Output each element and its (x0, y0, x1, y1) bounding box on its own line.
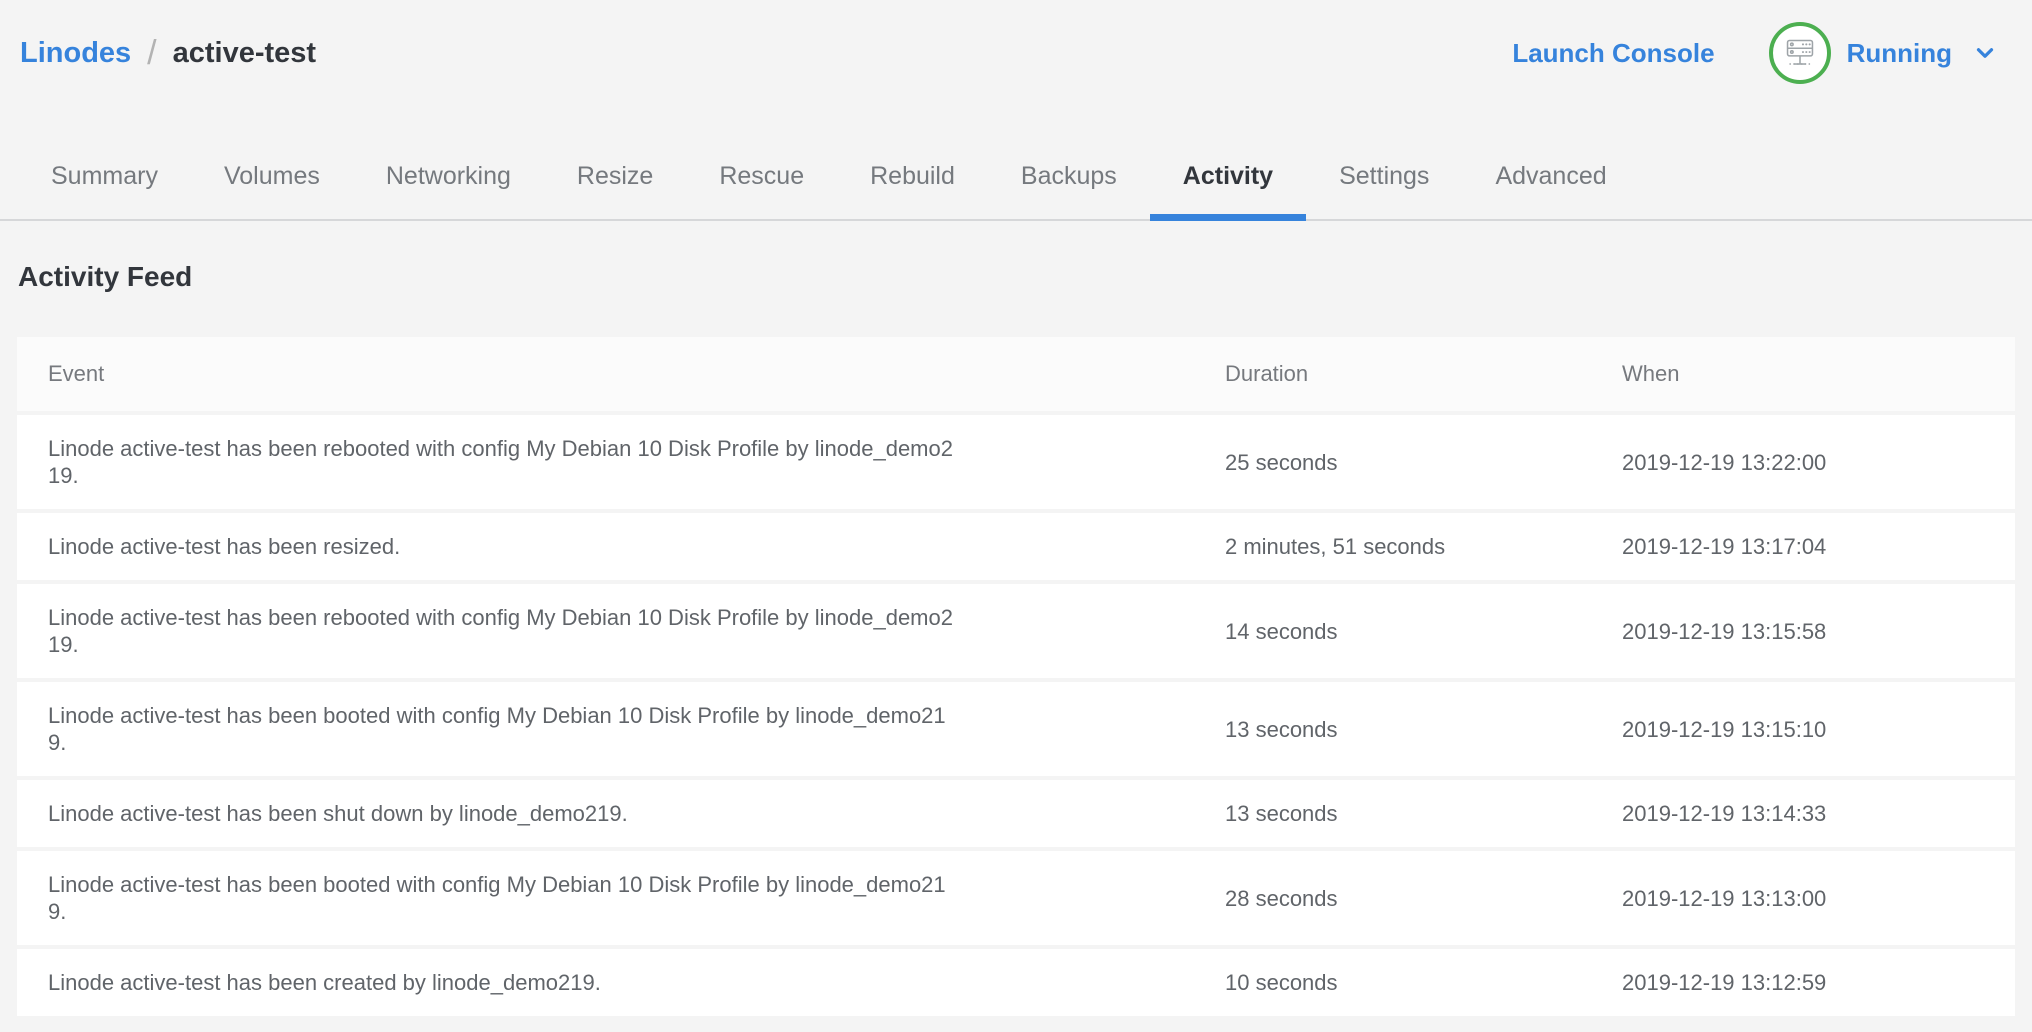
duration-cell: 13 seconds (1225, 716, 1622, 743)
tab-networking[interactable]: Networking (353, 140, 544, 219)
status-label: Running (1847, 38, 1952, 69)
event-cell: Linode active-test has been rebooted wit… (17, 604, 1225, 658)
event-cell: Linode active-test has been booted with … (17, 871, 1225, 925)
header-cell-when: When (1622, 361, 2015, 387)
table-row: Linode active-test has been created by l… (17, 949, 2015, 1016)
table-row: Linode active-test has been rebooted wit… (17, 415, 2015, 509)
duration-cell: 14 seconds (1225, 618, 1622, 645)
table-row: Linode active-test has been resized.2 mi… (17, 513, 2015, 580)
tab-resize[interactable]: Resize (544, 140, 686, 219)
duration-cell: 25 seconds (1225, 449, 1622, 476)
event-cell: Linode active-test has been booted with … (17, 702, 1225, 756)
breadcrumb-separator: / (147, 34, 156, 73)
when-cell: 2019-12-19 13:22:00 (1622, 449, 2015, 476)
event-cell: Linode active-test has been created by l… (17, 969, 1225, 996)
tab-activity[interactable]: Activity (1150, 140, 1306, 219)
status-dropdown-button[interactable]: Running (1769, 22, 1998, 84)
tab-advanced[interactable]: Advanced (1462, 140, 1639, 219)
tab-volumes[interactable]: Volumes (191, 140, 353, 219)
breadcrumb-linodes-link[interactable]: Linodes (20, 37, 131, 70)
top-bar: Linodes / active-test Launch Console (0, 0, 2032, 86)
when-cell: 2019-12-19 13:17:04 (1622, 533, 2015, 560)
launch-console-link[interactable]: Launch Console (1512, 38, 1714, 69)
when-cell: 2019-12-19 13:15:10 (1622, 716, 2015, 743)
tab-settings[interactable]: Settings (1306, 140, 1462, 219)
event-cell: Linode active-test has been shut down by… (17, 800, 1225, 827)
activity-feed-title: Activity Feed (18, 261, 2032, 293)
table-header-row: Event Duration When (17, 337, 2015, 411)
breadcrumb-current: active-test (173, 37, 316, 70)
header-cell-event: Event (17, 361, 1225, 387)
top-bar-actions: Launch Console (1512, 22, 1998, 84)
activity-table: Event Duration When Linode active-test h… (17, 337, 2015, 1016)
event-cell: Linode active-test has been resized. (17, 533, 1225, 560)
table-row: Linode active-test has been booted with … (17, 851, 2015, 945)
duration-cell: 28 seconds (1225, 885, 1622, 912)
duration-cell: 13 seconds (1225, 800, 1622, 827)
breadcrumb: Linodes / active-test (20, 34, 316, 73)
table-row: Linode active-test has been shut down by… (17, 780, 2015, 847)
tab-backups[interactable]: Backups (988, 140, 1150, 219)
when-cell: 2019-12-19 13:13:00 (1622, 885, 2015, 912)
duration-cell: 10 seconds (1225, 969, 1622, 996)
header-cell-duration: Duration (1225, 361, 1622, 387)
tab-summary[interactable]: Summary (18, 140, 191, 219)
table-row: Linode active-test has been booted with … (17, 682, 2015, 776)
when-cell: 2019-12-19 13:14:33 (1622, 800, 2015, 827)
tab-rescue[interactable]: Rescue (686, 140, 837, 219)
chevron-down-icon[interactable] (1972, 40, 1998, 66)
duration-cell: 2 minutes, 51 seconds (1225, 533, 1622, 560)
event-cell: Linode active-test has been rebooted wit… (17, 435, 1225, 489)
tab-bar: SummaryVolumesNetworkingResizeRescueRebu… (0, 140, 2032, 221)
table-row: Linode active-test has been rebooted wit… (17, 584, 2015, 678)
when-cell: 2019-12-19 13:15:58 (1622, 618, 2015, 645)
when-cell: 2019-12-19 13:12:59 (1622, 969, 2015, 996)
server-icon (1769, 22, 1831, 84)
tab-rebuild[interactable]: Rebuild (837, 140, 988, 219)
